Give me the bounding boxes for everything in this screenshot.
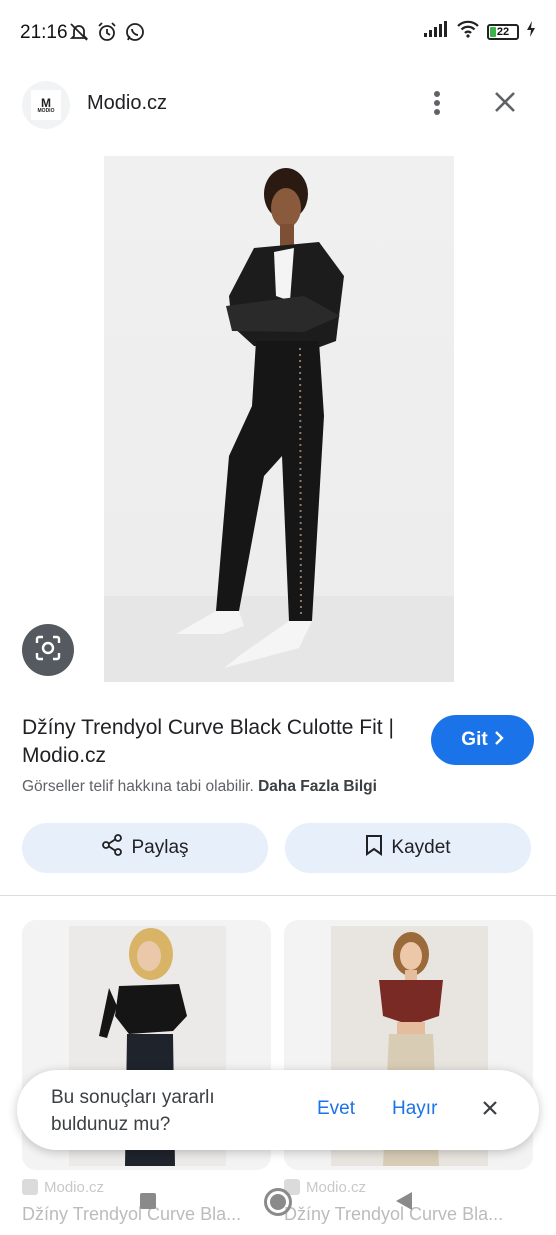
site-name[interactable]: Modio.cz [87, 92, 167, 115]
close-icon [494, 91, 516, 118]
chevron-right-icon [494, 729, 504, 751]
logo-word: MODIO [37, 107, 55, 114]
save-label: Kaydet [391, 837, 451, 858]
visit-label: Git [461, 729, 488, 750]
battery-indicator: 22 [487, 23, 519, 40]
section-divider [0, 895, 556, 896]
feedback-prompt: Bu sonuçları yararlı buldunuz mu? Evet H… [17, 1070, 539, 1150]
visit-button[interactable]: Git [431, 715, 534, 765]
bookmark-icon [365, 834, 383, 862]
feedback-question: Bu sonuçları yararlı buldunuz mu? [51, 1087, 215, 1135]
model-figure [104, 168, 454, 682]
copyright-text: Görseller telif hakkına tabi olabilir. [22, 778, 254, 795]
battery-level: 22 [496, 25, 510, 38]
status-bar: 21:16 22 [0, 0, 556, 64]
clock: 21:16 [20, 22, 68, 43]
lens-search-button[interactable] [22, 624, 74, 676]
muted-icon [68, 21, 90, 48]
more-info-link[interactable]: Daha Fazla Bilgi [258, 778, 377, 795]
camera-lens-icon [33, 633, 63, 668]
share-icon [101, 834, 123, 862]
share-button[interactable]: Paylaş [22, 823, 268, 873]
home-button[interactable] [264, 1188, 292, 1216]
more-vert-icon [433, 90, 441, 121]
more-options-button[interactable] [424, 89, 450, 121]
site-logo[interactable]: M MODIO [22, 81, 70, 129]
wifi-icon [456, 20, 480, 43]
main-product-image[interactable] [104, 156, 454, 682]
feedback-close-button[interactable] [477, 1097, 503, 1123]
feedback-no-button[interactable]: Hayır [392, 1098, 437, 1120]
site-header: M MODIO Modio.cz [0, 75, 556, 135]
close-icon [482, 1100, 498, 1121]
alarm-icon [96, 21, 118, 48]
charging-icon [526, 20, 536, 43]
close-button[interactable] [488, 87, 522, 121]
recents-button[interactable] [140, 1193, 156, 1209]
system-nav-bar [0, 1185, 556, 1235]
feedback-yes-button[interactable]: Evet [317, 1098, 355, 1120]
back-button[interactable] [396, 1192, 412, 1210]
logo-letter: M [41, 95, 51, 110]
signal-icon [423, 20, 449, 43]
copyright-notice: Görseller telif hakkına tabi olabilir. D… [22, 778, 377, 796]
result-title[interactable]: Džíny Trendyol Curve Black Culotte Fit |… [22, 714, 417, 770]
share-label: Paylaş [131, 837, 189, 858]
whatsapp-icon [124, 21, 146, 48]
save-button[interactable]: Kaydet [285, 823, 531, 873]
